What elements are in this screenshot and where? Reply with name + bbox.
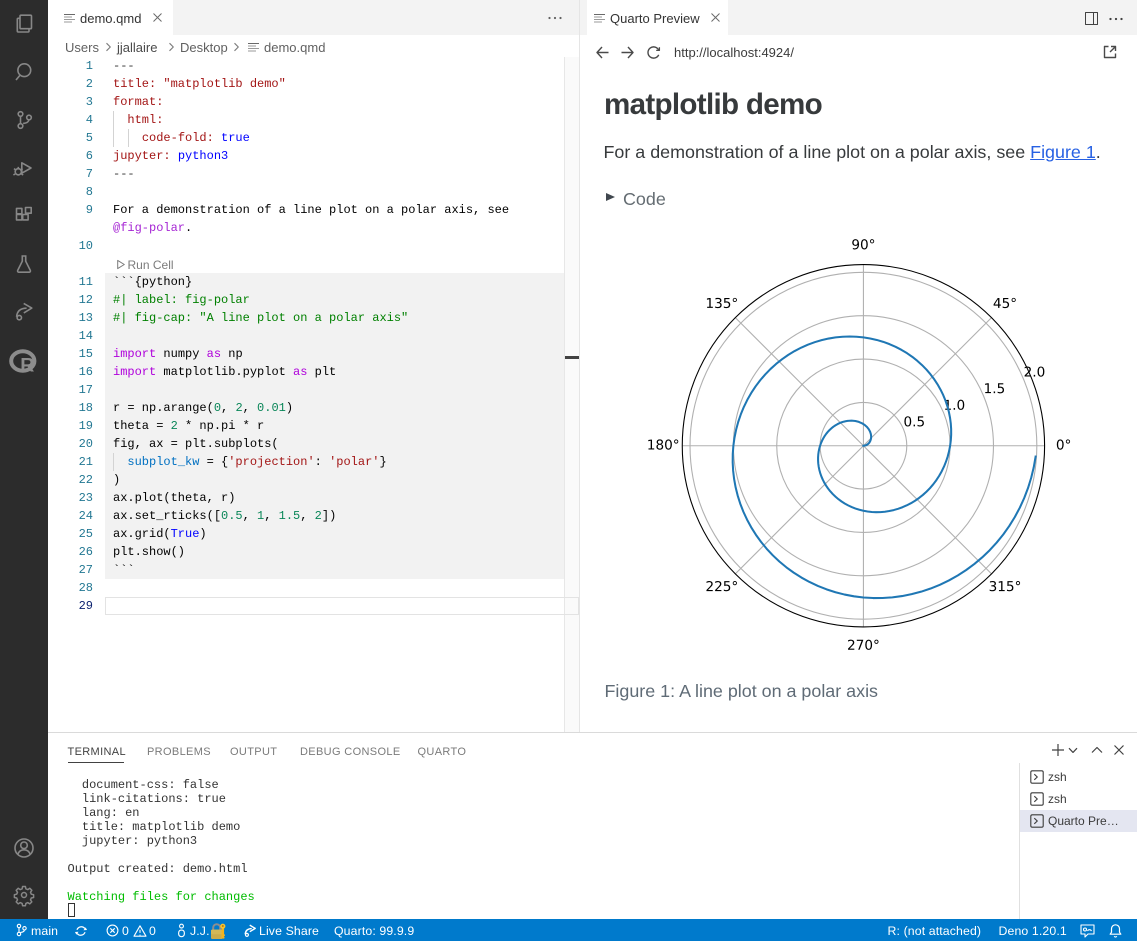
svg-text:R: R [20,355,34,374]
